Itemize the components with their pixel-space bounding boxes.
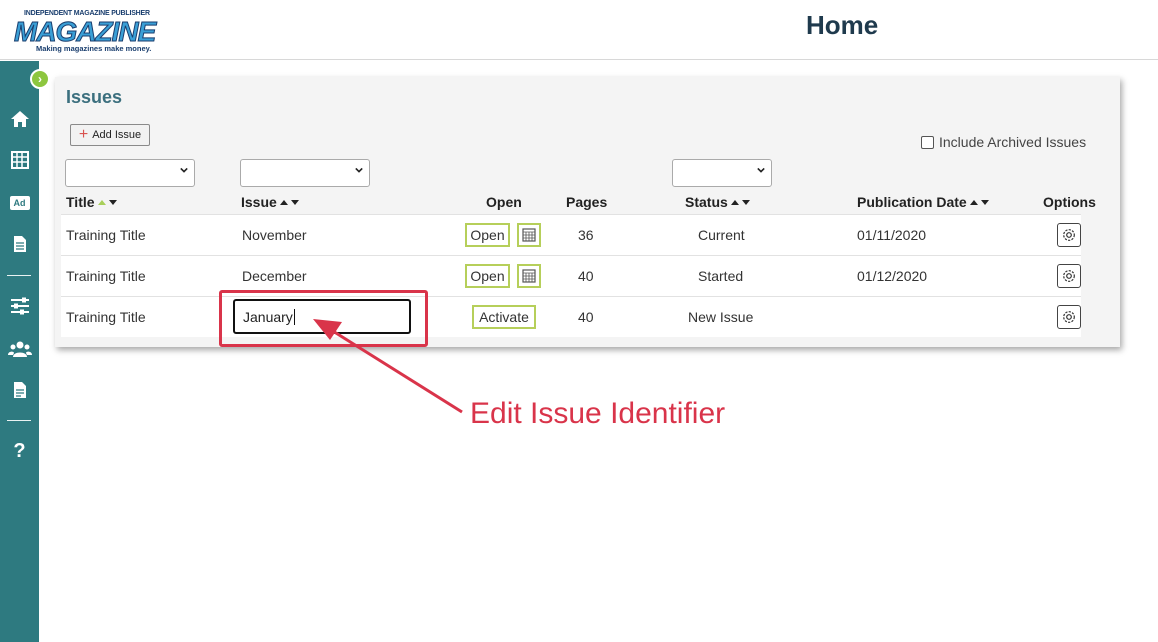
issues-title: Issues xyxy=(66,87,123,107)
include-archived-toggle[interactable]: Include Archived Issues xyxy=(921,134,1086,150)
title-filter-select[interactable] xyxy=(65,159,195,187)
table-row: Training Title Activate 40 New Issue xyxy=(61,296,1081,337)
chevron-down-icon xyxy=(355,167,363,173)
row-status: New Issue xyxy=(688,309,754,325)
calendar-icon[interactable] xyxy=(517,223,541,247)
column-header-issue[interactable]: Issue xyxy=(241,194,299,210)
column-header-issue-label: Issue xyxy=(241,194,277,210)
row-title: Training Title xyxy=(66,227,146,243)
sort-descending-icon[interactable] xyxy=(290,199,299,205)
sort-ascending-icon[interactable] xyxy=(97,199,106,205)
column-header-open: Open xyxy=(486,194,522,210)
page-title: Home xyxy=(806,10,879,40)
plus-icon: + xyxy=(78,126,89,143)
table-row: Training Title November Open 36 Current … xyxy=(61,214,1081,255)
report-icon[interactable] xyxy=(0,378,39,402)
add-issue-label: Add Issue xyxy=(92,129,142,141)
sliders-icon[interactable] xyxy=(0,294,39,318)
status-filter-select[interactable] xyxy=(672,159,772,187)
open-button[interactable]: Open xyxy=(465,223,510,247)
column-header-title-label: Title xyxy=(66,194,95,210)
row-title: Training Title xyxy=(66,309,146,325)
sort-descending-icon[interactable] xyxy=(741,199,750,205)
include-archived-checkbox[interactable] xyxy=(921,135,934,149)
table-row: Training Title December Open 40 Started … xyxy=(61,255,1081,296)
row-pages: 40 xyxy=(578,309,594,325)
document-icon[interactable] xyxy=(0,232,39,256)
column-header-publication-date[interactable]: Publication Date xyxy=(857,194,989,210)
gear-icon[interactable] xyxy=(1057,223,1081,247)
grid-icon[interactable] xyxy=(0,148,39,172)
row-pages: 36 xyxy=(578,227,594,243)
row-issue[interactable]: December xyxy=(242,268,307,284)
gear-icon[interactable] xyxy=(1057,264,1081,288)
home-icon[interactable] xyxy=(0,107,39,131)
users-icon[interactable] xyxy=(0,337,39,361)
sort-descending-icon[interactable] xyxy=(980,199,989,205)
help-icon[interactable]: ? xyxy=(0,439,39,463)
column-header-options: Options xyxy=(1043,194,1096,210)
activate-button[interactable]: Activate xyxy=(472,305,536,329)
issue-filter-select[interactable] xyxy=(240,159,370,187)
column-header-status[interactable]: Status xyxy=(685,194,750,210)
chevron-down-icon xyxy=(180,167,188,173)
sort-ascending-icon[interactable] xyxy=(969,199,978,205)
chevron-down-icon xyxy=(757,167,765,173)
row-publication-date: 01/12/2020 xyxy=(857,268,928,284)
gear-icon[interactable] xyxy=(1057,305,1081,329)
add-issue-button[interactable]: + Add Issue xyxy=(70,124,150,146)
row-pages: 40 xyxy=(578,268,594,284)
sort-ascending-icon[interactable] xyxy=(730,199,739,205)
sidebar-divider xyxy=(7,420,31,421)
column-header-pages-label: Pages xyxy=(566,194,608,210)
annotation-label: Edit Issue Identifier xyxy=(470,397,726,430)
row-status: Started xyxy=(698,268,744,284)
issues-panel: Issues + Add Issue Include Archived Issu… xyxy=(55,77,1120,347)
row-issue[interactable]: November xyxy=(242,227,307,243)
sort-ascending-icon[interactable] xyxy=(279,199,288,205)
ad-icon[interactable]: Ad xyxy=(0,191,39,215)
row-status: Current xyxy=(698,227,745,243)
top-bar: INDEPENDENT MAGAZINE PUBLISHER MAGAZINE … xyxy=(0,0,1158,60)
column-header-open-label: Open xyxy=(486,194,522,210)
calendar-icon[interactable] xyxy=(517,264,541,288)
open-button[interactable]: Open xyxy=(465,264,510,288)
sidebar-toggle-chevron-icon[interactable]: › xyxy=(30,69,50,89)
include-archived-label: Include Archived Issues xyxy=(939,134,1087,150)
column-header-pages: Pages xyxy=(566,194,607,210)
column-header-title[interactable]: Title xyxy=(66,194,117,210)
annotation-highlight-box xyxy=(219,290,428,347)
column-header-status-label: Status xyxy=(685,194,728,210)
sidebar-divider xyxy=(7,275,31,276)
row-publication-date: 01/11/2020 xyxy=(857,227,927,243)
column-header-publication-date-label: Publication Date xyxy=(857,194,967,210)
logo[interactable]: INDEPENDENT MAGAZINE PUBLISHER MAGAZINE … xyxy=(8,8,156,54)
ad-icon-label: Ad xyxy=(9,196,30,210)
row-title: Training Title xyxy=(66,268,146,284)
sort-descending-icon[interactable] xyxy=(108,199,117,205)
column-header-options-label: Options xyxy=(1043,194,1096,210)
logo-tagline: Making magazines make money. xyxy=(36,44,152,53)
